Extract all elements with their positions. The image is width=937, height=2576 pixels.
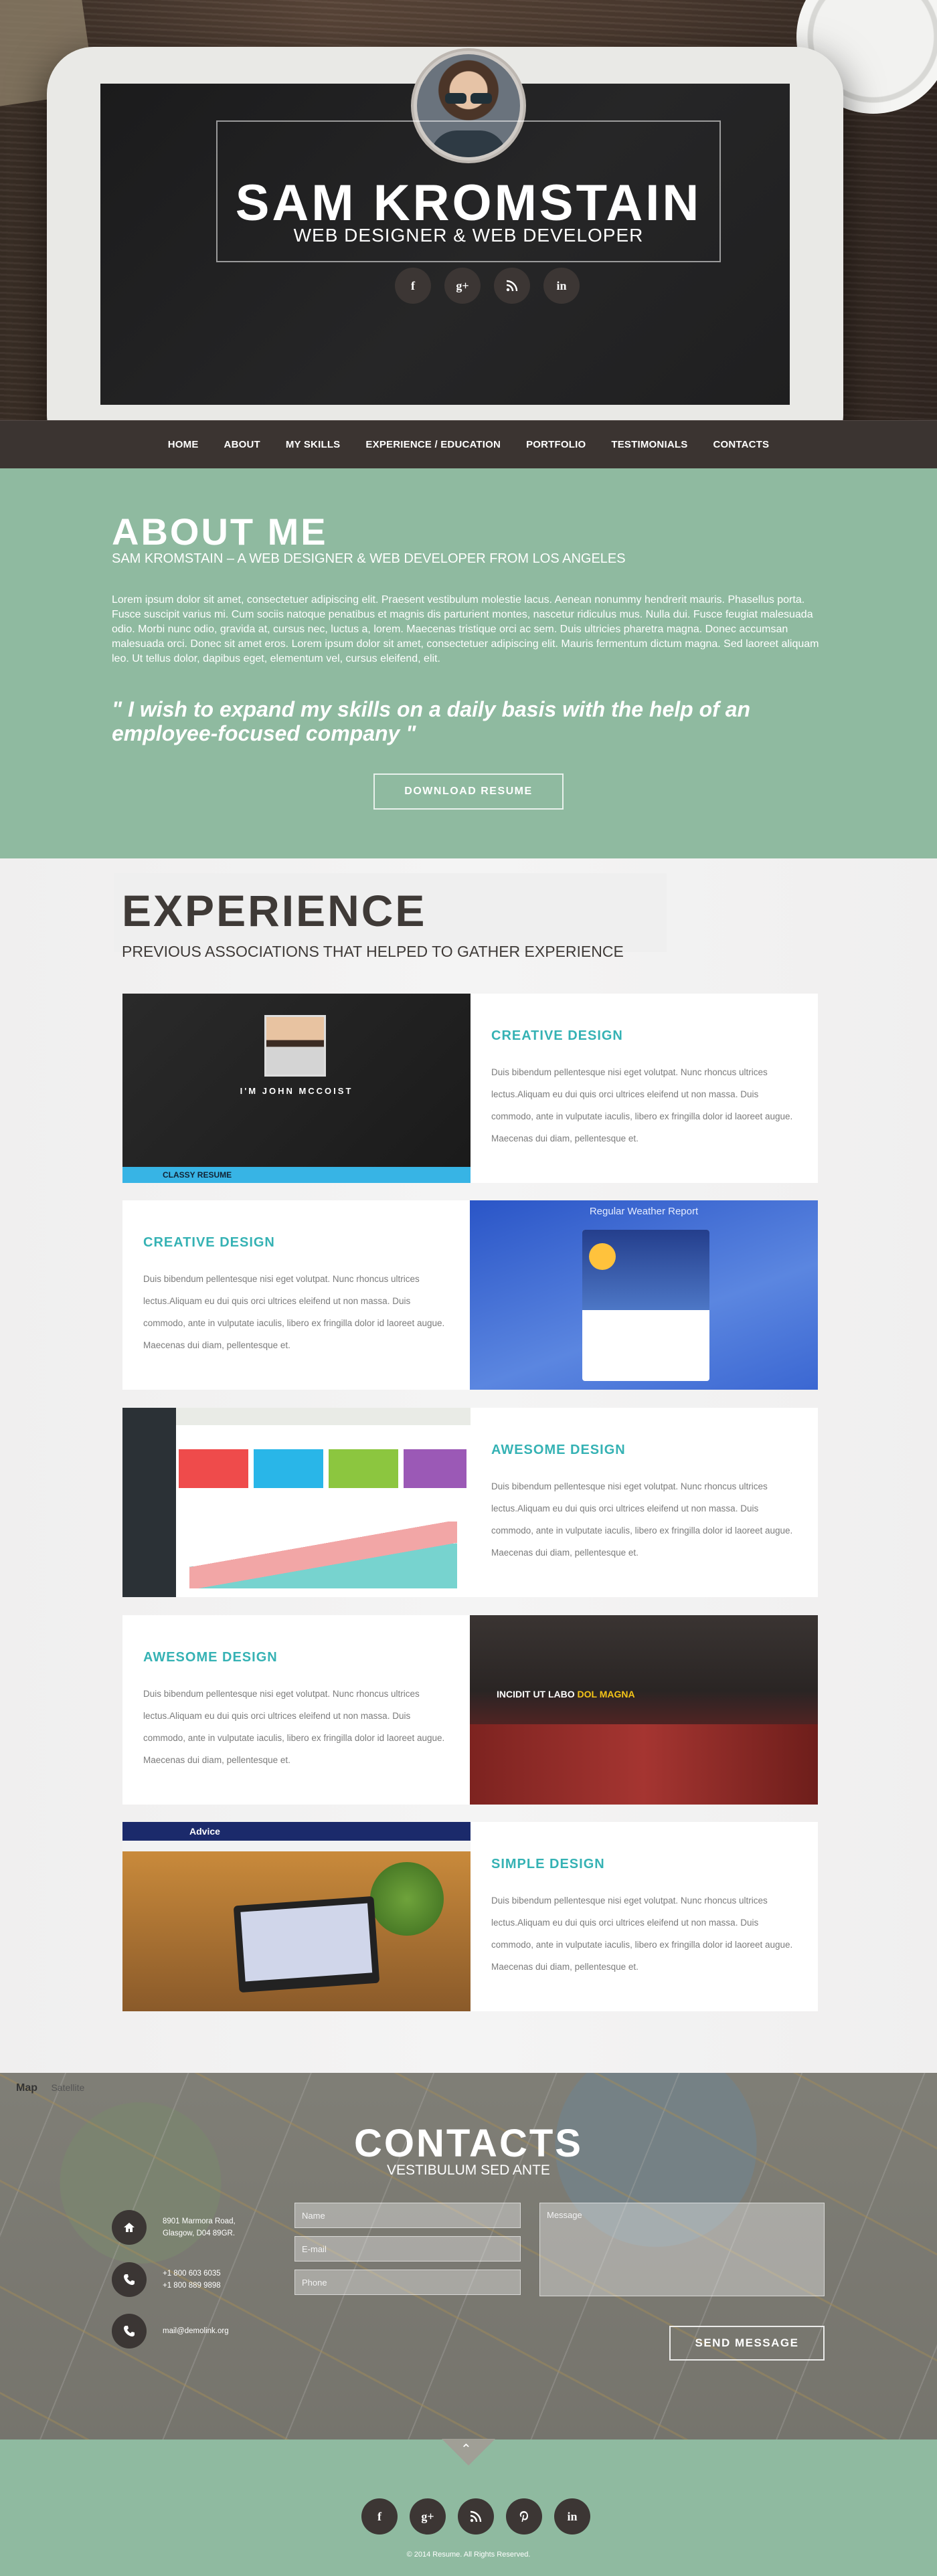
experience-title: AWESOME DESIGN bbox=[143, 1650, 278, 1665]
experience-subheading: PREVIOUS ASSOCIATIONS THAT HELPED TO GAT… bbox=[122, 943, 624, 960]
portfolio-thumbnail[interactable]: Advice bbox=[122, 1822, 471, 2011]
experience-text: CREATIVE DESIGN Duis bibendum pellentesq… bbox=[122, 1200, 470, 1390]
experience-item: AWESOME DESIGN Duis bibendum pellentesqu… bbox=[122, 1615, 818, 1805]
google-plus-icon[interactable]: g+ bbox=[444, 268, 481, 304]
map-type-control: Map Satellite bbox=[16, 2082, 84, 2094]
experience-heading: EXPERIENCE bbox=[122, 886, 427, 935]
linkedin-icon[interactable]: in bbox=[543, 268, 580, 304]
copyright: © 2014 Resume. All Rights Reserved. bbox=[406, 2551, 531, 2559]
thumbnail-caption: Regular Weather Report bbox=[589, 1206, 699, 1217]
hero-title: WEB DESIGNER & WEB DEVELOPER bbox=[293, 225, 644, 246]
experience-item: CREATIVE DESIGN Duis bibendum pellentesq… bbox=[122, 1200, 818, 1390]
experience-text: AWESOME DESIGN Duis bibendum pellentesqu… bbox=[122, 1615, 470, 1805]
thumbnail-bar-label: CLASSY RESUME bbox=[122, 1167, 471, 1183]
rss-icon[interactable] bbox=[494, 268, 530, 304]
about-section: ABOUT ME SAM KROMSTAIN – A WEB DESIGNER … bbox=[0, 468, 937, 858]
portfolio-thumbnail[interactable] bbox=[122, 1408, 471, 1597]
chevron-up-icon: ⌃ bbox=[460, 2442, 472, 2457]
nav-about[interactable]: ABOUT bbox=[224, 439, 260, 450]
hero-section: SAM KROMSTAIN WEB DESIGNER & WEB DEVELOP… bbox=[0, 0, 937, 420]
footer: ⌃ f g+ in © 2014 Resume. All Rights Rese… bbox=[0, 2439, 937, 2576]
contacts-subheading: VESTIBULUM SED ANTE bbox=[387, 2163, 550, 2178]
about-body: Lorem ipsum dolor sit amet, consectetuer… bbox=[112, 594, 819, 664]
email-info: mail@demolink.org bbox=[112, 2314, 229, 2349]
nav-experience-education[interactable]: EXPERIENCE / EDUCATION bbox=[365, 439, 501, 450]
nav-portfolio[interactable]: PORTFOLIO bbox=[526, 439, 586, 450]
email-field[interactable] bbox=[294, 2236, 521, 2262]
nav-my-skills[interactable]: MY SKILLS bbox=[286, 439, 341, 450]
experience-text: SIMPLE DESIGN Duis bibendum pellentesque… bbox=[471, 1822, 818, 2011]
experience-description: Duis bibendum pellentesque nisi eget vol… bbox=[491, 1896, 793, 1972]
facebook-icon[interactable]: f bbox=[395, 268, 431, 304]
experience-text: CREATIVE DESIGN Duis bibendum pellentesq… bbox=[471, 994, 818, 1183]
about-subheading: SAM KROMSTAIN – A WEB DESIGNER & WEB DEV… bbox=[112, 551, 626, 566]
name-field[interactable] bbox=[294, 2203, 521, 2228]
experience-title: AWESOME DESIGN bbox=[491, 1443, 626, 1457]
google-plus-icon[interactable]: g+ bbox=[410, 2498, 446, 2535]
linkedin-icon[interactable]: in bbox=[554, 2498, 590, 2535]
experience-text: AWESOME DESIGN Duis bibendum pellentesqu… bbox=[471, 1408, 818, 1597]
address-line2: Glasgow, D04 89GR. bbox=[163, 2229, 236, 2237]
address-line1: 8901 Marmora Road, bbox=[163, 2217, 236, 2225]
send-message-button[interactable]: SEND MESSAGE bbox=[669, 2326, 825, 2361]
portfolio-thumbnail[interactable]: INCIDIT UT LABO DOL MAGNA bbox=[470, 1615, 818, 1805]
hero-social-links: f g+ in bbox=[395, 268, 580, 304]
thumbnail-bar-label: Advice bbox=[189, 1826, 220, 1837]
pinterest-icon[interactable] bbox=[506, 2498, 542, 2535]
experience-description: Duis bibendum pellentesque nisi eget vol… bbox=[143, 1274, 445, 1350]
map-tab[interactable]: Map bbox=[16, 2082, 37, 2094]
experience-description: Duis bibendum pellentesque nisi eget vol… bbox=[491, 1067, 793, 1143]
experience-item: AWESOME DESIGN Duis bibendum pellentesqu… bbox=[122, 1408, 818, 1597]
experience-item: I'M JOHN MCCOIST CLASSY RESUME CREATIVE … bbox=[122, 994, 818, 1183]
experience-description: Duis bibendum pellentesque nisi eget vol… bbox=[143, 1689, 445, 1765]
thumbnail-caption: I'M JOHN MCCOIST bbox=[240, 1086, 353, 1096]
home-icon bbox=[112, 2210, 147, 2245]
phone-info: +1 800 603 6035 +1 800 889 9898 bbox=[112, 2262, 221, 2297]
phone-number-2[interactable]: +1 800 889 9898 bbox=[163, 2280, 221, 2292]
portfolio-thumbnail[interactable]: Regular Weather Report bbox=[470, 1200, 818, 1390]
experience-title: CREATIVE DESIGN bbox=[143, 1235, 275, 1250]
phone-field[interactable] bbox=[294, 2270, 521, 2295]
thumbnail-caption: INCIDIT UT LABO DOL MAGNA bbox=[497, 1689, 635, 1699]
contacts-heading: CONTACTS bbox=[354, 2122, 583, 2165]
rss-icon[interactable] bbox=[458, 2498, 494, 2535]
portfolio-thumbnail[interactable]: I'M JOHN MCCOIST CLASSY RESUME bbox=[122, 994, 471, 1183]
nav-home[interactable]: HOME bbox=[168, 439, 199, 450]
about-heading: ABOUT ME bbox=[112, 511, 328, 553]
experience-title: SIMPLE DESIGN bbox=[491, 1857, 605, 1871]
phone-icon bbox=[112, 2262, 147, 2297]
email-address[interactable]: mail@demolink.org bbox=[163, 2325, 229, 2337]
address-info: 8901 Marmora Road, Glasgow, D04 89GR. bbox=[112, 2210, 236, 2245]
message-field[interactable] bbox=[539, 2203, 825, 2296]
facebook-icon[interactable]: f bbox=[361, 2498, 398, 2535]
hero-name: SAM KROMSTAIN bbox=[235, 175, 702, 232]
footer-social-links: f g+ in bbox=[361, 2498, 590, 2535]
experience-section: EXPERIENCE PREVIOUS ASSOCIATIONS THAT HE… bbox=[0, 858, 937, 2073]
nav-testimonials[interactable]: TESTIMONIALS bbox=[611, 439, 687, 450]
about-quote: " I wish to expand my skills on a daily … bbox=[112, 697, 751, 745]
contacts-section: Map Satellite CONTACTS VESTIBULUM SED AN… bbox=[0, 2073, 937, 2440]
nav-contacts[interactable]: CONTACTS bbox=[713, 439, 769, 450]
download-resume-button[interactable]: DOWNLOAD RESUME bbox=[373, 773, 564, 810]
experience-description: Duis bibendum pellentesque nisi eget vol… bbox=[491, 1481, 793, 1558]
main-nav: HOME ABOUT MY SKILLS EXPERIENCE / EDUCAT… bbox=[0, 420, 937, 468]
satellite-tab[interactable]: Satellite bbox=[51, 2082, 84, 2093]
phone-number-1[interactable]: +1 800 603 6035 bbox=[163, 2268, 221, 2280]
experience-title: CREATIVE DESIGN bbox=[491, 1028, 623, 1043]
phone-icon bbox=[112, 2314, 147, 2349]
experience-item: Advice SIMPLE DESIGN Duis bibendum pelle… bbox=[122, 1822, 818, 2011]
